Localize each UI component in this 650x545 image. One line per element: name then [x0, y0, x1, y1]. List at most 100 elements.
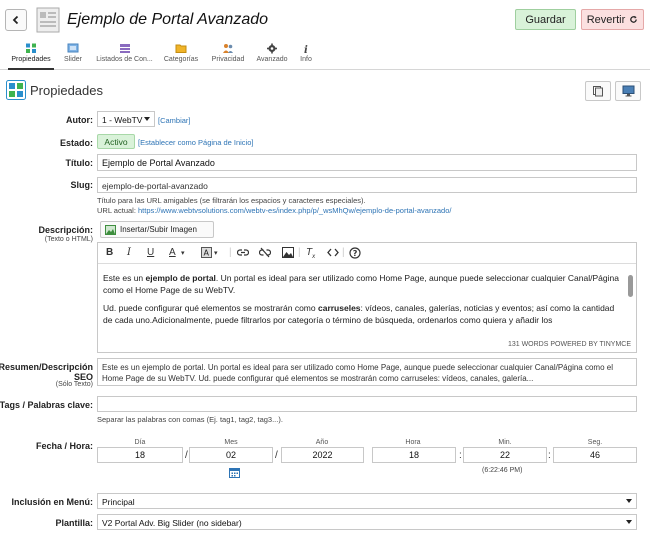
insert-image-button[interactable]: Insertar/Subir Imagen	[100, 221, 214, 238]
slug-input[interactable]: ejemplo-de-portal-avanzado	[97, 177, 637, 193]
tab-avanzado[interactable]: Avanzado	[253, 42, 291, 70]
slides-icon	[67, 43, 79, 53]
titulo-label: Título:	[65, 158, 94, 168]
copy-icon	[593, 86, 603, 97]
dia-label: Día	[134, 439, 146, 446]
save-button[interactable]: Guardar	[515, 9, 576, 30]
tab-slider[interactable]: Slider	[58, 42, 88, 70]
menu-value: Principal	[102, 497, 135, 507]
document-icon	[36, 7, 60, 33]
cambiar-link[interactable]: [Cambiar]	[158, 116, 191, 125]
seg-label: Seg.	[587, 439, 603, 446]
chevron-down-icon	[626, 499, 632, 503]
menu-label: Inclusión en Menú:	[11, 497, 93, 507]
tab-listados[interactable]: Listados de Con...	[92, 42, 157, 70]
grid-icon	[26, 43, 36, 53]
min-input[interactable]: 22	[463, 447, 547, 463]
tags-hint: Separar las palabras con comas (Ej. tag1…	[97, 415, 283, 424]
link-button[interactable]	[236, 247, 250, 261]
tab-bar: Propiedades Slider Listados de Con... Ca…	[0, 38, 650, 70]
help-button[interactable]: ?	[349, 247, 361, 262]
tags-input[interactable]	[97, 396, 637, 412]
autor-select[interactable]: 1 - WebTV	[97, 111, 155, 127]
tab-privacidad[interactable]: Privacidad	[206, 42, 250, 70]
tab-label: Privacidad	[211, 56, 245, 63]
anio-label: Año	[315, 439, 329, 446]
seg-input[interactable]: 46	[553, 447, 637, 463]
tab-categorias[interactable]: Categorías	[160, 42, 202, 70]
time-separator: :	[548, 450, 551, 461]
set-home-link[interactable]: [Establecer como Página de Inicio]	[138, 138, 253, 147]
url-link[interactable]: https://www.webtvsolutions.com/webtv-es/…	[138, 206, 451, 215]
link-icon	[236, 249, 250, 256]
tab-label: Listados de Con...	[96, 56, 153, 63]
revert-button[interactable]: Revertir	[581, 9, 644, 30]
dia-input[interactable]: 18	[97, 447, 183, 463]
hora-input[interactable]: 18	[372, 447, 456, 463]
unlink-button[interactable]	[258, 247, 272, 261]
bold-button[interactable]: B	[106, 247, 113, 258]
back-button[interactable]	[5, 9, 27, 31]
unlink-icon	[258, 247, 272, 258]
tab-info[interactable]: i Info	[294, 42, 318, 70]
tab-label: Propiedades	[11, 56, 51, 63]
editor-paragraph: Este es un ejemplo de portal. Un portal …	[103, 273, 619, 295]
calendar-icon[interactable]	[229, 467, 240, 478]
anio-input[interactable]: 2022	[281, 447, 364, 463]
refresh-icon	[630, 15, 638, 23]
chevron-down-icon[interactable]: ▾	[181, 249, 185, 257]
date-separator: /	[275, 450, 278, 461]
titulo-input[interactable]: Ejemplo de Portal Avanzado	[97, 154, 637, 171]
highlight-button[interactable]: A	[201, 247, 212, 261]
description-editor: B I U A ▾ A ▾ | | Tx | ? Este es un ejem…	[97, 242, 637, 353]
source-code-button[interactable]	[327, 247, 339, 261]
plantilla-select[interactable]: V2 Portal Adv. Big Slider (no sidebar)	[97, 514, 637, 530]
chevron-down-icon	[144, 117, 150, 121]
min-label: Min.	[498, 439, 512, 446]
image-button[interactable]	[282, 247, 294, 261]
clear-format-button[interactable]: Tx	[306, 247, 315, 260]
header: Ejemplo de Portal Avanzado Guardar Rever…	[0, 0, 650, 38]
image-icon	[105, 224, 116, 235]
estado-badge: Activo	[97, 134, 135, 149]
svg-text:i: i	[304, 45, 308, 54]
editor-scrollbar[interactable]	[628, 275, 633, 297]
editor-status: 131 WORDS POWERED BY TINYMCE	[507, 341, 631, 348]
autor-label: Autor:	[66, 115, 93, 125]
italic-button[interactable]: I	[127, 247, 131, 258]
svg-text:?: ?	[353, 249, 358, 258]
plantilla-value: V2 Portal Adv. Big Slider (no sidebar)	[102, 518, 242, 528]
chevron-left-icon	[12, 15, 19, 25]
tab-propiedades[interactable]: Propiedades	[8, 42, 54, 70]
copy-button[interactable]	[585, 81, 611, 101]
tags-label: Tags / Palabras clave:	[0, 400, 93, 410]
properties-grid-icon	[6, 80, 26, 100]
hora-label: Hora	[405, 439, 421, 446]
info-icon: i	[304, 45, 308, 54]
editor-content[interactable]: Este es un ejemplo de portal. Un portal …	[103, 272, 625, 330]
url-row: URL actual: https://www.webtvsolutions.c…	[97, 206, 451, 215]
page-title: Ejemplo de Portal Avanzado	[67, 11, 269, 28]
summary-input[interactable]: Este es un ejemplo de portal. Un portal …	[97, 358, 637, 386]
menu-select[interactable]: Principal	[97, 493, 637, 509]
insert-image-label: Insertar/Subir Imagen	[120, 225, 197, 234]
section-title: Propiedades	[30, 83, 103, 98]
tab-label: Slider	[64, 56, 82, 63]
mes-label: Mes	[224, 439, 238, 446]
time-display: (6:22:46 PM)	[482, 467, 523, 474]
tab-label: Categorías	[163, 56, 199, 63]
preview-button[interactable]	[615, 81, 641, 101]
mes-input[interactable]: 02	[189, 447, 273, 463]
chevron-down-icon[interactable]: ▾	[214, 249, 218, 257]
estado-label: Estado:	[59, 138, 93, 148]
divider: |	[229, 247, 232, 258]
plantilla-label: Plantilla:	[55, 518, 93, 528]
underline-button[interactable]: U	[147, 247, 154, 258]
list-icon	[119, 44, 130, 53]
fecha-label: Fecha / Hora:	[35, 441, 93, 451]
chevron-down-icon	[626, 520, 632, 524]
tab-label: Info	[300, 56, 312, 63]
text-color-button[interactable]: A	[169, 247, 176, 258]
autor-value: 1 - WebTV	[102, 115, 143, 125]
descripcion-label: Descripción:	[38, 225, 93, 235]
